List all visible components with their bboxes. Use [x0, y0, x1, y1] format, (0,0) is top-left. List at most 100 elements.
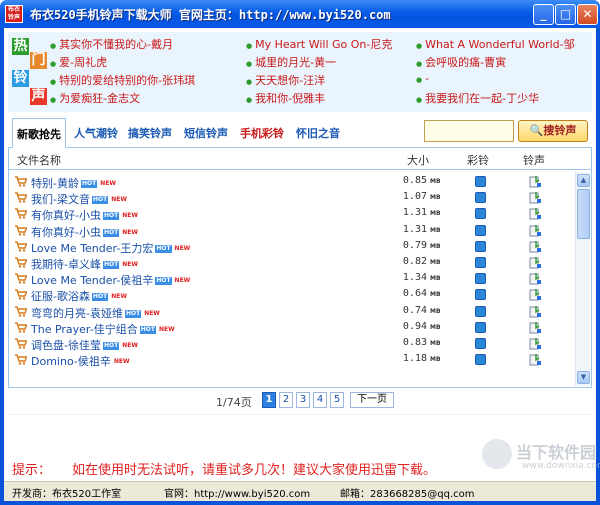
- cart-icon[interactable]: [15, 224, 27, 236]
- ringtone-name[interactable]: 我们-梁文音 HOT NEW: [31, 191, 128, 207]
- ringtone-name[interactable]: Love Me Tender-侯祖辛 HOT NEW: [31, 272, 191, 288]
- tip-text: 如在使用时无法试听，请重试多几次！建议大家使用迅雷下载。: [72, 463, 437, 478]
- ringtone-download-icon[interactable]: [529, 305, 542, 318]
- hot-ringtone-link[interactable]: ● 我和你-倪雅丰: [246, 90, 325, 106]
- hot-ringtone-link[interactable]: ● 为爱痴狂-金志文: [50, 90, 140, 106]
- page-button[interactable]: 4: [313, 392, 327, 408]
- cart-icon[interactable]: [15, 192, 27, 203]
- hot-ringtones-logo: 热 门 铃 声: [10, 38, 47, 108]
- ringtone-download-icon[interactable]: [529, 353, 542, 366]
- ringtone-download-icon[interactable]: [529, 256, 542, 269]
- table-row[interactable]: 我们-梁文音 HOT NEW 1.07 MB: [9, 190, 573, 206]
- tab-new-songs[interactable]: 新歌抢先: [12, 118, 66, 148]
- color-ring-play-icon[interactable]: [475, 321, 486, 333]
- ringtone-download-icon[interactable]: [529, 240, 542, 253]
- ringtone-download-icon[interactable]: [529, 272, 542, 285]
- ringtone-name[interactable]: 征服-歌浴森 HOT NEW: [31, 288, 128, 304]
- color-ring-play-icon[interactable]: [475, 176, 486, 187]
- cart-icon[interactable]: [15, 273, 27, 284]
- search-input[interactable]: [424, 120, 514, 142]
- tab-popular[interactable]: 人气潮铃: [74, 125, 118, 141]
- cart-icon[interactable]: [15, 208, 27, 220]
- ringtone-name[interactable]: The Prayer-佳宁组合 HOT NEW: [31, 321, 176, 337]
- hot-ringtone-link[interactable]: ● What A Wonderful World-邹: [416, 36, 575, 52]
- color-ring-play-icon[interactable]: [475, 240, 486, 252]
- table-row[interactable]: 有你真好-小虫 HOT NEW 1.31 MB: [9, 223, 573, 239]
- ringtone-download-icon[interactable]: [529, 224, 542, 237]
- title-bar[interactable]: 布衣 铃声 布衣520手机铃声下载大师 官网主页：http://www.byi52…: [0, 0, 600, 28]
- page-button[interactable]: 3: [296, 392, 310, 408]
- ringtone-name[interactable]: 特别-黄龄 HOT NEW: [31, 175, 117, 191]
- hot-ringtone-link[interactable]: ● 其实你不懂我的心-戴月: [50, 36, 173, 52]
- scroll-down-arrow-icon[interactable]: ▼: [577, 371, 590, 384]
- vertical-scrollbar[interactable]: ▲ ▼: [575, 172, 590, 386]
- next-page-button[interactable]: 下一页: [350, 392, 394, 408]
- ringtone-download-icon[interactable]: [529, 191, 542, 204]
- cart-icon[interactable]: [15, 176, 27, 187]
- color-ring-play-icon[interactable]: [475, 257, 486, 268]
- color-ring-play-icon[interactable]: [475, 289, 486, 301]
- table-row[interactable]: 有你真好-小虫 HOT NEW 1.31 MB: [9, 206, 573, 222]
- page-button[interactable]: 5: [330, 392, 344, 408]
- hot-ringtone-link[interactable]: ● -: [416, 72, 429, 85]
- scroll-up-arrow-icon[interactable]: ▲: [577, 174, 590, 187]
- cart-icon[interactable]: [15, 241, 27, 252]
- hot-ringtone-link[interactable]: ● 天天想你-汪洋: [246, 72, 325, 88]
- page-button[interactable]: 1: [262, 392, 276, 408]
- hot-ringtone-link[interactable]: ● 我要我们在一起-丁少华: [416, 90, 539, 106]
- table-row[interactable]: The Prayer-佳宁组合 HOT NEW 0.94 MB: [9, 320, 573, 336]
- page-button[interactable]: 2: [279, 392, 293, 408]
- ringtone-title: 我们-梁文音: [31, 193, 90, 207]
- hot-ringtone-link[interactable]: ● 城里的月光-黄一: [246, 54, 336, 70]
- ringtone-download-icon[interactable]: [529, 207, 542, 220]
- tab-funny[interactable]: 搞笑铃声: [128, 125, 172, 141]
- maximize-button[interactable]: □: [555, 4, 576, 25]
- ringtone-download-icon[interactable]: [529, 175, 542, 188]
- ringtone-name[interactable]: 有你真好-小虫 HOT NEW: [31, 207, 139, 223]
- hot-ringtone-title: 其实你不懂我的心-戴月: [59, 38, 174, 51]
- cart-icon[interactable]: [15, 257, 27, 268]
- color-ring-play-icon[interactable]: [475, 354, 486, 366]
- search-button[interactable]: 🔍搜铃声: [518, 120, 588, 142]
- color-ring-play-icon[interactable]: [475, 224, 486, 236]
- cart-icon[interactable]: [15, 354, 27, 365]
- ringtone-name[interactable]: 调色盘-徐佳莹 HOT NEW: [31, 337, 139, 353]
- cart-icon[interactable]: [15, 322, 27, 333]
- tab-sms[interactable]: 短信铃声: [184, 125, 228, 141]
- hot-ringtone-link[interactable]: ● My Heart Will Go On-尼克: [246, 36, 392, 52]
- color-ring-play-icon[interactable]: [475, 273, 486, 285]
- cart-icon[interactable]: [15, 289, 27, 301]
- table-row[interactable]: 弯弯的月亮-袁娅维 HOT NEW 0.74 MB: [9, 304, 573, 320]
- table-row[interactable]: 调色盘-徐佳莹 HOT NEW 0.83 MB: [9, 336, 573, 352]
- table-row[interactable]: 我期待-卓义峰 HOT NEW 0.82 MB: [9, 255, 573, 271]
- table-row[interactable]: 特别-黄龄 HOT NEW 0.85 MB: [9, 174, 573, 190]
- minimize-button[interactable]: _: [533, 4, 554, 25]
- ringtone-name[interactable]: Love Me Tender-王力宏 HOT NEW: [31, 240, 191, 256]
- hot-ringtone-link[interactable]: ● 特别的爱给特别的你-张玮琪: [50, 72, 195, 88]
- ringtone-download-icon[interactable]: [529, 321, 542, 334]
- tab-color-ring[interactable]: 手机彩铃: [240, 125, 284, 141]
- app-window: 布衣 铃声 布衣520手机铃声下载大师 官网主页：http://www.byi52…: [0, 0, 600, 505]
- ringtone-download-icon[interactable]: [529, 288, 542, 301]
- ringtone-name[interactable]: Domino-侯祖辛 NEW: [31, 353, 131, 369]
- color-ring-play-icon[interactable]: [475, 208, 486, 220]
- ringtone-download-icon[interactable]: [529, 337, 542, 350]
- table-row[interactable]: Love Me Tender-侯祖辛 HOT NEW 1.34 MB: [9, 271, 573, 287]
- ringtone-name[interactable]: 有你真好-小虫 HOT NEW: [31, 224, 139, 240]
- cart-icon[interactable]: [15, 305, 27, 317]
- hot-ringtone-title: 城里的月光-黄一: [255, 56, 337, 69]
- table-row[interactable]: Domino-侯祖辛 NEW 1.18 MB: [9, 352, 573, 368]
- ringtone-name[interactable]: 弯弯的月亮-袁娅维 HOT NEW: [31, 305, 161, 321]
- color-ring-play-icon[interactable]: [475, 192, 486, 204]
- scroll-thumb[interactable]: [577, 189, 590, 239]
- color-ring-play-icon[interactable]: [475, 305, 486, 317]
- color-ring-play-icon[interactable]: [475, 338, 486, 349]
- cart-icon[interactable]: [15, 338, 27, 349]
- table-row[interactable]: 征服-歌浴森 HOT NEW 0.64 MB: [9, 287, 573, 303]
- close-button[interactable]: ✕: [577, 4, 598, 25]
- tab-classics[interactable]: 怀旧之音: [296, 125, 340, 141]
- ringtone-name[interactable]: 我期待-卓义峰 HOT NEW: [31, 256, 139, 272]
- hot-ringtone-link[interactable]: ● 会呼吸的痛-曹寅: [416, 54, 506, 70]
- hot-ringtone-link[interactable]: ● 爱-周礼虎: [50, 54, 107, 70]
- table-row[interactable]: Love Me Tender-王力宏 HOT NEW 0.79 MB: [9, 239, 573, 255]
